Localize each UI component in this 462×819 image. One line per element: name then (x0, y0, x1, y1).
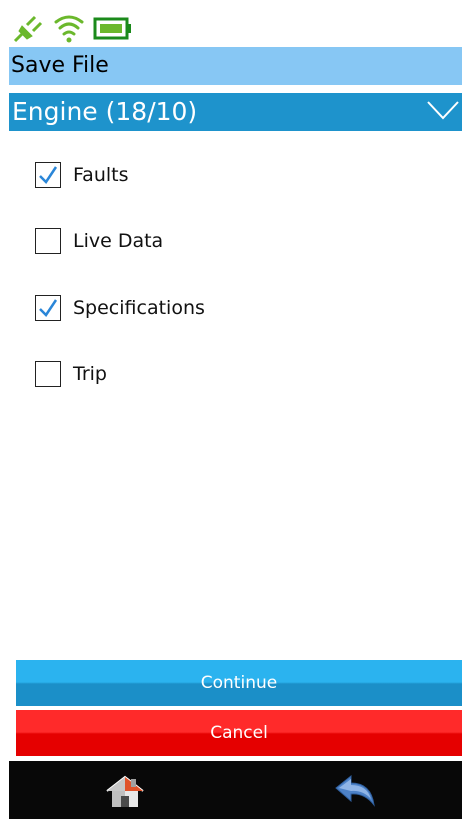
checkmark-icon (39, 166, 58, 184)
plug-icon (13, 15, 43, 43)
status-bar (9, 9, 462, 47)
bottom-nav-bar (9, 761, 462, 819)
back-arrow-icon[interactable] (333, 771, 377, 811)
checkbox-faults[interactable] (35, 162, 61, 188)
option-faults[interactable]: Faults (35, 160, 129, 190)
page-title: Save File (9, 47, 462, 85)
module-dropdown[interactable]: Engine (18/10) (9, 93, 462, 131)
option-label: Live Data (73, 230, 164, 252)
option-live-data[interactable]: Live Data (35, 226, 163, 256)
checkbox-trip[interactable] (35, 361, 61, 387)
option-specifications[interactable]: Specifications (35, 293, 205, 323)
home-icon[interactable] (103, 771, 147, 811)
checkbox-live-data[interactable] (35, 228, 61, 254)
chevron-down-icon (427, 101, 459, 120)
option-label: Specifications (73, 297, 205, 319)
wifi-icon (54, 15, 84, 43)
checkmark-icon (39, 299, 58, 317)
continue-button[interactable]: Continue (16, 660, 462, 706)
module-dropdown-value: Engine (18/10) (12, 97, 198, 126)
cancel-button[interactable]: Cancel (16, 710, 462, 756)
checkbox-specifications[interactable] (35, 295, 61, 321)
option-trip[interactable]: Trip (35, 359, 107, 389)
option-label: Trip (73, 363, 107, 385)
save-file-screen: Save File Engine (18/10) Faults Live Dat… (9, 9, 462, 819)
battery-icon (93, 17, 131, 40)
option-label: Faults (73, 164, 129, 186)
